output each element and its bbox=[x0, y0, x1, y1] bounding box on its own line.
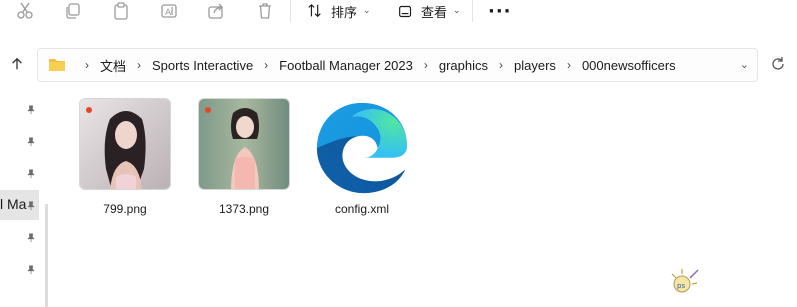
file-item[interactable]: 1373.png bbox=[194, 98, 294, 216]
delete-icon[interactable] bbox=[252, 0, 278, 22]
breadcrumb-000newsofficers[interactable]: 000newsofficers bbox=[582, 58, 676, 73]
sort-label: 排序 bbox=[331, 5, 358, 21]
chevron-right-icon: › bbox=[137, 58, 142, 72]
svg-text:A: A bbox=[165, 8, 172, 18]
breadcrumb-players[interactable]: players bbox=[514, 58, 556, 73]
file-name: config.xml bbox=[334, 202, 390, 216]
sort-button[interactable]: 排序 ⌄ bbox=[307, 0, 371, 22]
rename-icon[interactable]: A bbox=[156, 0, 182, 22]
image-thumbnail bbox=[198, 98, 290, 190]
sort-icon bbox=[308, 3, 321, 18]
chevron-right-icon: › bbox=[264, 58, 269, 72]
chevron-down-icon: ⌄ bbox=[453, 6, 461, 16]
pin-icon bbox=[24, 135, 38, 149]
toolbar-separator bbox=[290, 0, 291, 22]
pin-icon bbox=[24, 231, 38, 245]
address-row: › 文档 › Sports Interactive › Football Man… bbox=[0, 45, 797, 85]
breadcrumb-sports-interactive[interactable]: Sports Interactive bbox=[152, 58, 253, 73]
chevron-right-icon: › bbox=[85, 58, 89, 72]
pin-icon bbox=[24, 167, 38, 181]
toolbar-separator bbox=[472, 0, 473, 22]
chevron-right-icon: › bbox=[499, 58, 504, 72]
file-item[interactable]: 799.png bbox=[75, 98, 175, 216]
navigation-pane: l Ma bbox=[0, 96, 42, 307]
image-thumbnail bbox=[79, 98, 171, 190]
folder-icon bbox=[48, 57, 66, 73]
edge-icon bbox=[312, 98, 412, 198]
nav-selected-label: l Ma bbox=[0, 196, 27, 212]
address-dropdown-icon[interactable]: ⌄ bbox=[740, 58, 749, 71]
pane-splitter[interactable] bbox=[45, 204, 48, 307]
refresh-icon[interactable] bbox=[769, 55, 787, 73]
file-name: 799.png bbox=[103, 202, 147, 216]
breadcrumb-football-manager[interactable]: Football Manager 2023 bbox=[279, 58, 413, 73]
pin-icon bbox=[24, 199, 38, 213]
address-bar[interactable]: › 文档 › Sports Interactive › Football Man… bbox=[37, 48, 758, 82]
up-arrow-icon[interactable] bbox=[6, 53, 28, 75]
paste-icon[interactable] bbox=[108, 0, 134, 22]
view-label: 查看 bbox=[421, 5, 448, 21]
breadcrumb-documents[interactable]: 文档 bbox=[100, 56, 126, 75]
busy-cursor-icon: ps bbox=[671, 269, 699, 293]
breadcrumb-graphics[interactable]: graphics bbox=[439, 58, 488, 73]
pin-icon bbox=[24, 103, 38, 117]
command-bar: A 排序 ⌄ 查看 ⌄ ··· bbox=[0, 0, 797, 30]
chevron-right-icon: › bbox=[423, 58, 428, 72]
file-name: 1373.png bbox=[218, 202, 270, 216]
chevron-right-icon: › bbox=[566, 58, 571, 72]
view-icon bbox=[399, 5, 412, 17]
svg-text:ps: ps bbox=[677, 282, 685, 290]
copy-icon[interactable] bbox=[60, 0, 86, 22]
view-button[interactable]: 查看 ⌄ bbox=[398, 0, 461, 22]
file-item[interactable]: config.xml bbox=[312, 98, 412, 216]
pin-icon bbox=[24, 263, 38, 277]
chevron-down-icon: ⌄ bbox=[363, 6, 371, 16]
more-options-button[interactable]: ··· bbox=[488, 0, 512, 22]
share-icon[interactable] bbox=[203, 0, 229, 22]
cut-icon[interactable] bbox=[12, 0, 38, 22]
